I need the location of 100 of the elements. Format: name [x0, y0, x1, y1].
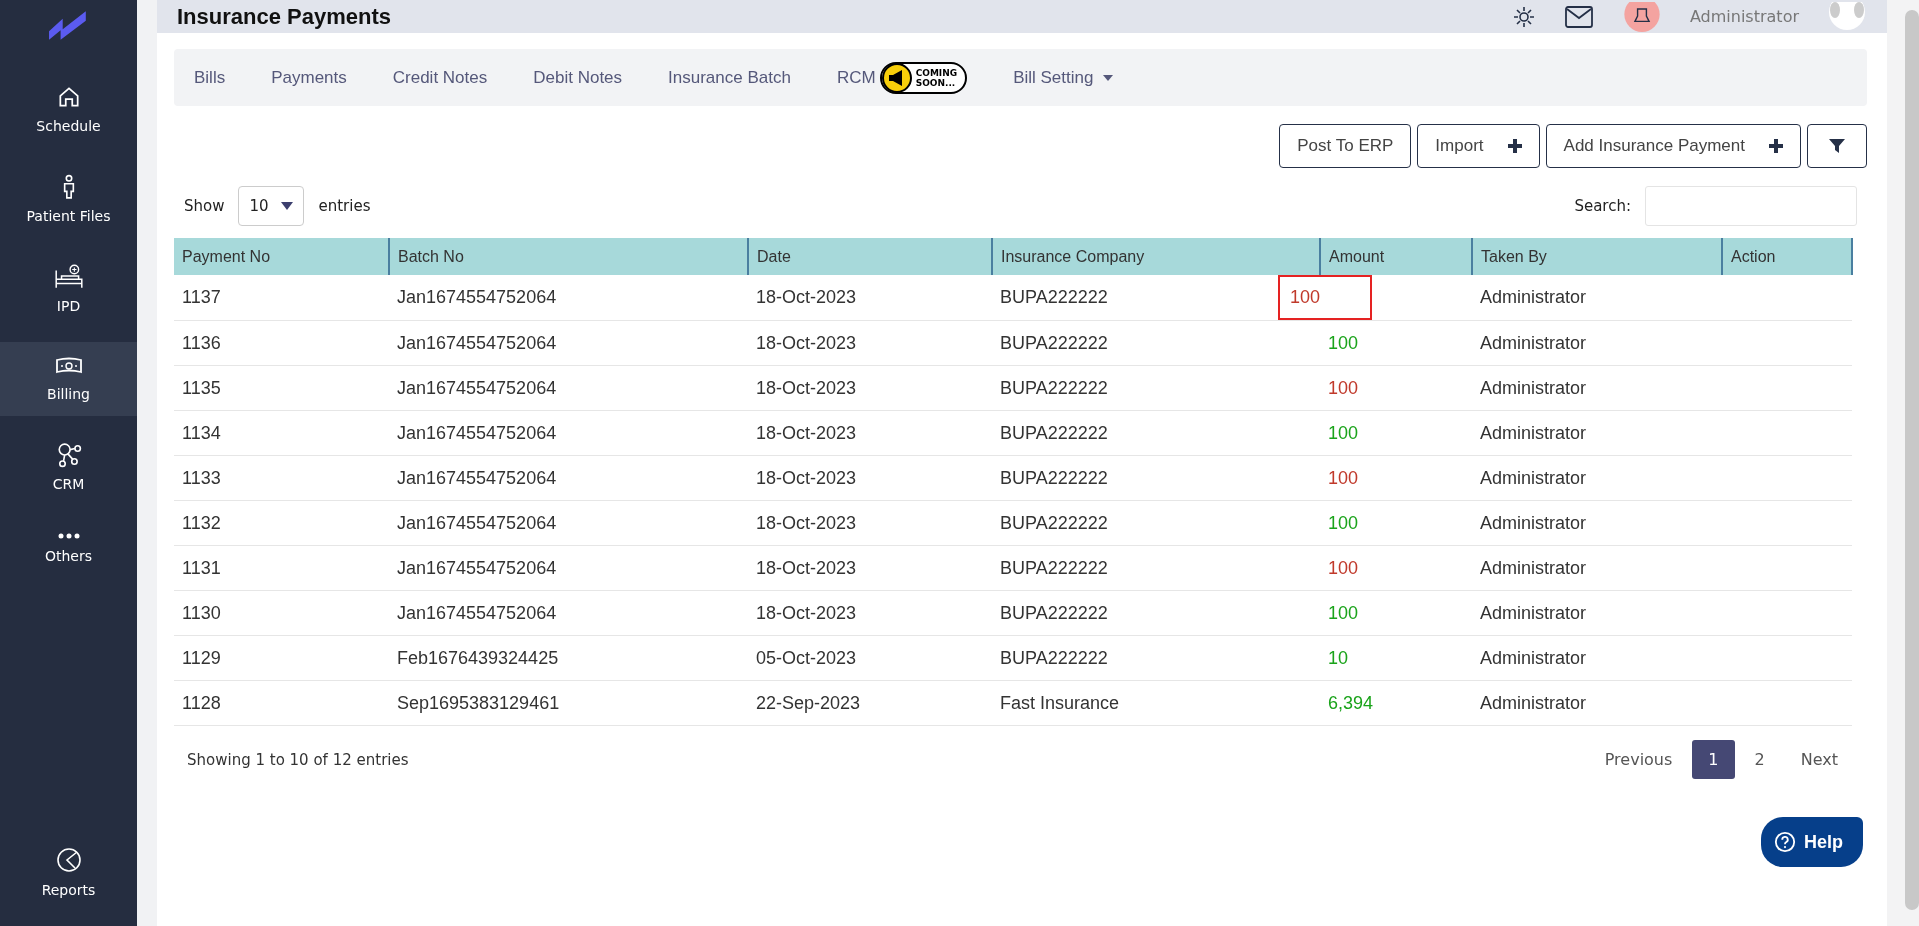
sidebar-item[interactable]: Schedule — [0, 72, 137, 148]
table-cell: 05-Oct-2023 — [756, 647, 857, 668]
amount-cell-text: 100 — [1327, 331, 1360, 355]
amount-cell-text: 100 — [1327, 466, 1360, 490]
table-cell: 18-Oct-2023 — [756, 467, 857, 488]
table-cell: 18-Oct-2023 — [756, 422, 857, 443]
table-cell: Jan1674554752064 — [397, 602, 557, 623]
tab[interactable]: Insurance Batch — [645, 67, 814, 88]
table-cell: 1136 — [182, 332, 221, 353]
filter-icon — [1829, 138, 1845, 154]
entries-label: entries — [318, 197, 371, 215]
table-cell: 1128 — [182, 692, 221, 713]
post-button[interactable]: Post To ERP — [1279, 124, 1412, 168]
amount-cell-text: 10 — [1327, 646, 1350, 670]
table-cell: BUPA222222 — [1000, 557, 1108, 578]
tab[interactable]: Payments — [248, 67, 370, 88]
table-cell: 1137 — [182, 287, 221, 307]
table-cell: Jan1674554752064 — [397, 332, 557, 353]
table-cell: Feb1676439324425 — [397, 647, 559, 668]
tab[interactable]: RCM — [813, 67, 880, 88]
plus-icon — [1769, 139, 1783, 153]
table-cell: Administrator — [1480, 692, 1587, 713]
table-cell: 1130 — [182, 602, 221, 623]
coming-soon-badge: COMING SOON... — [879, 61, 968, 94]
mail-icon[interactable] — [1563, 5, 1594, 28]
search-field[interactable] — [1645, 186, 1857, 226]
table-cell: BUPA222222 — [1000, 647, 1108, 668]
tab[interactable]: Bills — [194, 67, 249, 88]
page-link[interactable]: Previous — [1588, 740, 1689, 779]
table-cell: 22-Sep-2023 — [756, 692, 861, 713]
table-cell: 18-Oct-2023 — [756, 377, 857, 398]
sidebar-item[interactable]: Others — [0, 520, 137, 578]
sidebar-item[interactable]: CRM — [0, 430, 137, 506]
page-link[interactable]: Next — [1784, 740, 1854, 779]
network-icon — [55, 442, 82, 468]
add-button[interactable]: Add Insurance Payment — [1545, 124, 1801, 168]
sidebar-item[interactable]: Billing — [0, 342, 137, 416]
show-label: Show — [184, 197, 225, 215]
table-cell: Administrator — [1480, 557, 1587, 578]
sidebar-item[interactable]: Reports — [0, 834, 137, 912]
table-cell: Fast Insurance — [1000, 692, 1120, 713]
user-name[interactable]: Administrator — [1689, 7, 1799, 26]
tab[interactable]: Credit Notes — [369, 67, 511, 88]
caret-icon — [1103, 74, 1114, 81]
amount-cell-text: 100 — [1327, 376, 1360, 400]
table-cell: 1133 — [182, 467, 221, 488]
table-cell: Administrator — [1480, 332, 1587, 353]
amount-cell: 100 — [1278, 275, 1373, 320]
column-header[interactable]: Action — [1722, 238, 1852, 275]
table-cell: 18-Oct-2023 — [756, 287, 857, 307]
table-cell: BUPA222222 — [1000, 422, 1108, 443]
column-header[interactable]: Date — [748, 238, 992, 275]
table-cell: Administrator — [1480, 467, 1587, 488]
column-header[interactable]: Batch No — [389, 238, 748, 275]
plus-icon — [1507, 139, 1522, 153]
page-title: Insurance Payments — [177, 3, 391, 30]
table-cell: BUPA222222 — [1000, 602, 1108, 623]
search-label: Search: — [1574, 197, 1631, 215]
amount-cell-text: 100 — [1327, 601, 1360, 625]
table-cell: 1134 — [182, 422, 221, 443]
amount-cell-text: 100 — [1327, 421, 1360, 445]
more-icon — [56, 532, 81, 540]
table-cell: Administrator — [1480, 287, 1587, 307]
column-header[interactable]: Insurance Company — [992, 238, 1320, 275]
entries-select[interactable]: 10 — [238, 186, 305, 226]
add-button[interactable]: Import — [1417, 124, 1540, 168]
column-header[interactable]: Payment No — [174, 238, 389, 275]
table-cell: BUPA222222 — [1000, 287, 1108, 307]
filter-button[interactable] — [1807, 124, 1867, 168]
table-cell: Administrator — [1480, 377, 1587, 398]
help-button[interactable]: Help — [1761, 817, 1863, 867]
column-header[interactable]: Taken By — [1472, 238, 1722, 275]
table-cell: 1132 — [182, 512, 221, 533]
page-link[interactable]: 2 — [1738, 740, 1781, 779]
table-cell: Sep1695383129461 — [397, 692, 560, 713]
table-cell: Administrator — [1480, 422, 1587, 443]
table-cell: Jan1674554752064 — [397, 512, 557, 533]
page-link[interactable]: 1 — [1692, 740, 1735, 779]
sidebar-item[interactable]: IPD — [0, 252, 137, 328]
table-cell: Jan1674554752064 — [397, 287, 557, 307]
table-cell: Administrator — [1480, 602, 1587, 623]
table-cell: Administrator — [1480, 647, 1587, 668]
tab[interactable]: Debit Notes — [510, 67, 646, 88]
tab[interactable]: Bill Setting — [990, 67, 1137, 88]
table-cell: BUPA222222 — [1000, 332, 1108, 353]
table-cell: 1135 — [182, 377, 221, 398]
sidebar-item[interactable]: Patient Files — [0, 162, 137, 238]
table-cell: BUPA222222 — [1000, 467, 1108, 488]
table-cell: 1129 — [182, 647, 221, 668]
scrollbar[interactable] — [1887, 0, 1919, 926]
table-cell: BUPA222222 — [1000, 512, 1108, 533]
amount-cell-text: 6,394 — [1327, 691, 1375, 715]
table-info: Showing 1 to 10 of 12 entries — [187, 750, 409, 769]
amount-cell-text: 100 — [1327, 511, 1360, 535]
bed-icon — [52, 264, 85, 290]
table-cell: 1131 — [182, 557, 221, 578]
amount-cell-text: 100 — [1327, 556, 1360, 580]
column-header[interactable]: Amount — [1320, 238, 1472, 275]
table-cell: 18-Oct-2023 — [756, 512, 857, 533]
table-cell: 18-Oct-2023 — [756, 332, 857, 353]
